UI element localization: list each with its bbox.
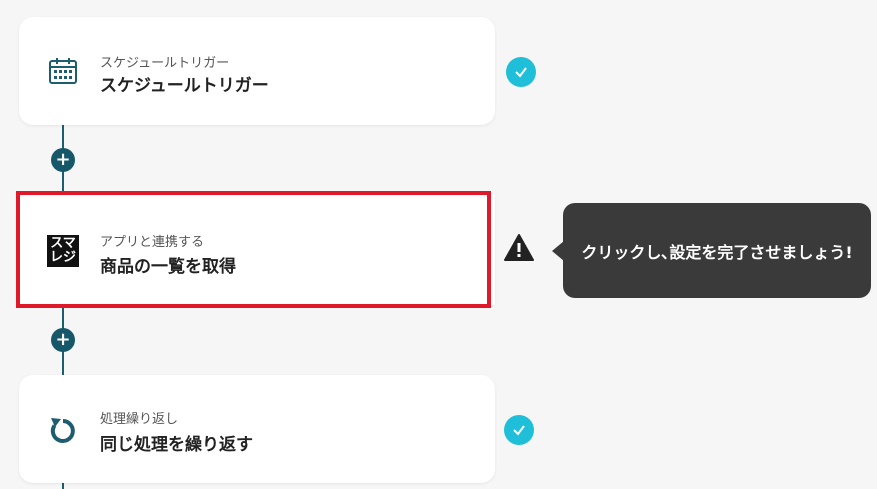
step-complete-check-icon — [504, 415, 534, 445]
flow-step-card-schedule-trigger[interactable]: スケジュールトリガー スケジュールトリガー — [19, 17, 495, 125]
step-subtitle: アプリと連携する — [100, 235, 205, 250]
step-title: 同じ処理を繰り返す — [100, 435, 253, 455]
smaregi-logo-text-bottom: レジ — [49, 250, 76, 265]
flow-step-card-get-products[interactable]: スマ レジ アプリと連携する 商品の一覧を取得 — [19, 194, 495, 305]
step-title: スケジュールトリガー — [100, 76, 269, 96]
add-step-button[interactable]: + — [51, 328, 75, 352]
flow-step-card-loop[interactable]: 処理繰り返し 同じ処理を繰り返す — [19, 375, 495, 483]
calendar-schedule-icon — [49, 58, 77, 84]
step-subtitle: 処理繰り返し — [100, 412, 179, 427]
flow-connector-line — [62, 483, 64, 489]
smaregi-logo-text-top: スマ — [50, 236, 76, 251]
smaregi-logo: スマ レジ — [47, 235, 79, 267]
tooltip-text: クリックし､設定を完了させましょう! — [581, 242, 853, 262]
step-complete-check-icon — [506, 57, 536, 87]
warning-icon — [504, 234, 534, 261]
repeat-loop-icon — [50, 418, 75, 443]
add-step-button[interactable]: + — [51, 148, 75, 172]
setup-reminder-tooltip: クリックし､設定を完了させましょう! — [552, 203, 871, 298]
step-subtitle: スケジュールトリガー — [100, 56, 230, 71]
step-title: 商品の一覧を取得 — [100, 257, 236, 277]
